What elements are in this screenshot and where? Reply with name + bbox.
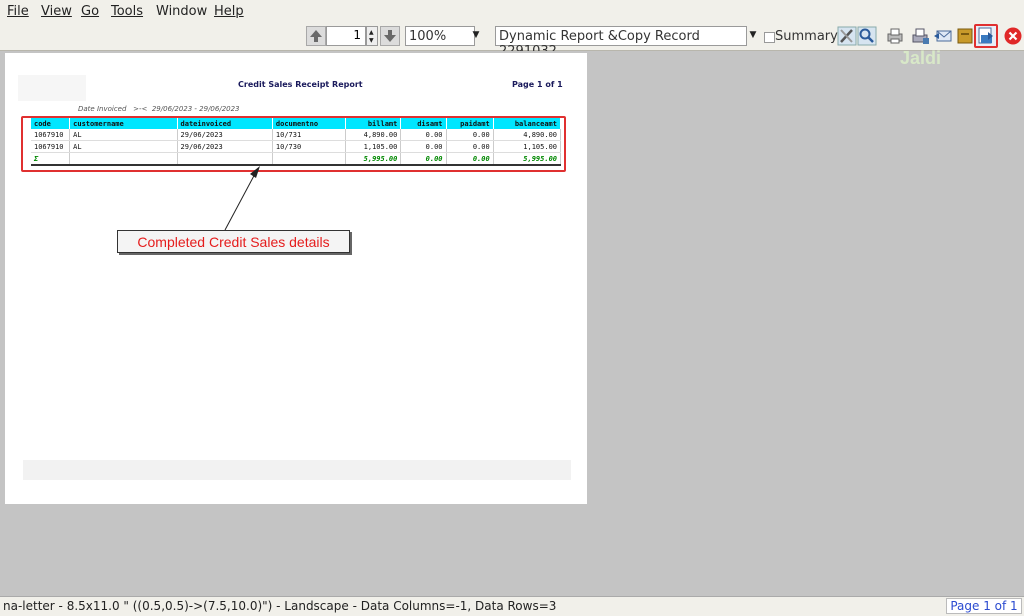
annotation-callout: Completed Credit Sales details bbox=[117, 230, 350, 253]
status-text: na-letter - 8.5x11.0 " ((0.5,0.5)->(7.5,… bbox=[3, 599, 557, 613]
status-page-indicator: Page 1 of 1 bbox=[946, 598, 1022, 614]
report-footer bbox=[23, 460, 571, 480]
annotation-arrow bbox=[224, 166, 260, 231]
status-bar: na-letter - 8.5x11.0 " ((0.5,0.5)->(7.5,… bbox=[0, 596, 1024, 616]
